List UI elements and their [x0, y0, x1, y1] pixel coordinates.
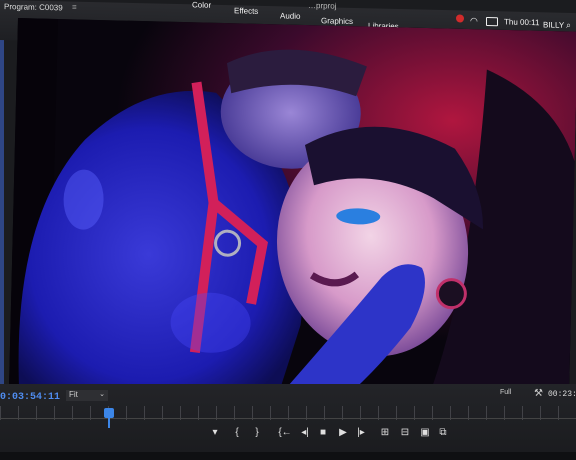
hamburger-icon[interactable]: ≡	[72, 3, 77, 12]
zoom-value: Fit	[69, 390, 78, 399]
search-icon[interactable]: ⌕	[566, 20, 571, 31]
video-frame-image	[9, 18, 576, 400]
playhead-handle[interactable]	[104, 408, 114, 418]
playback-resolution-dropdown[interactable]: Full	[500, 389, 511, 396]
user-name[interactable]: BILLY	[543, 20, 564, 29]
wrench-icon[interactable]: ⚒	[534, 388, 543, 399]
stop-icon[interactable]: ■	[316, 426, 330, 440]
wifi-icon[interactable]: ◠	[470, 16, 478, 27]
compare-icon[interactable]: ⧉	[436, 426, 450, 440]
bottom-edge	[0, 452, 576, 460]
mark-in-icon[interactable]: {	[230, 426, 244, 440]
step-back-icon[interactable]: ◂|	[298, 426, 312, 440]
playhead-timecode[interactable]: 0:03:54:11	[0, 392, 60, 403]
tab-color[interactable]: Color	[192, 0, 211, 9]
monitor-controls: 0:03:54:11 Fit ⌄ Full ⚒ 00:23:21 ▾ { } {…	[0, 384, 576, 460]
zoom-dropdown[interactable]: Fit ⌄	[66, 390, 108, 401]
lift-icon[interactable]: ⊞	[378, 426, 392, 440]
program-monitor-video	[9, 18, 576, 400]
go-to-in-icon[interactable]: {←	[278, 426, 292, 440]
sequence-duration: 00:23:21	[548, 390, 576, 399]
tab-audio[interactable]: Audio	[280, 11, 300, 20]
program-title: Program: C0039	[4, 2, 63, 13]
clock: Thu 00:11	[504, 17, 540, 28]
tab-effects[interactable]: Effects	[234, 6, 258, 16]
mark-out-icon[interactable]: }	[250, 426, 264, 440]
add-marker-icon[interactable]: ▾	[208, 426, 222, 440]
chevron-down-icon: ⌄	[99, 391, 105, 398]
display-icon[interactable]	[486, 17, 498, 27]
extract-icon[interactable]: ⊟	[398, 426, 412, 440]
recording-icon	[456, 14, 464, 23]
play-icon[interactable]: ▶	[336, 426, 350, 440]
ruler-baseline	[0, 418, 576, 419]
step-forward-icon[interactable]: |▸	[354, 426, 368, 440]
transport-controls: ▾ { } {← ◂| ■ ▶ |▸ ⊞ ⊟ ▣ ⧉	[0, 426, 576, 446]
export-frame-icon[interactable]: ▣	[418, 426, 432, 440]
file-name: …prproj	[308, 0, 337, 11]
